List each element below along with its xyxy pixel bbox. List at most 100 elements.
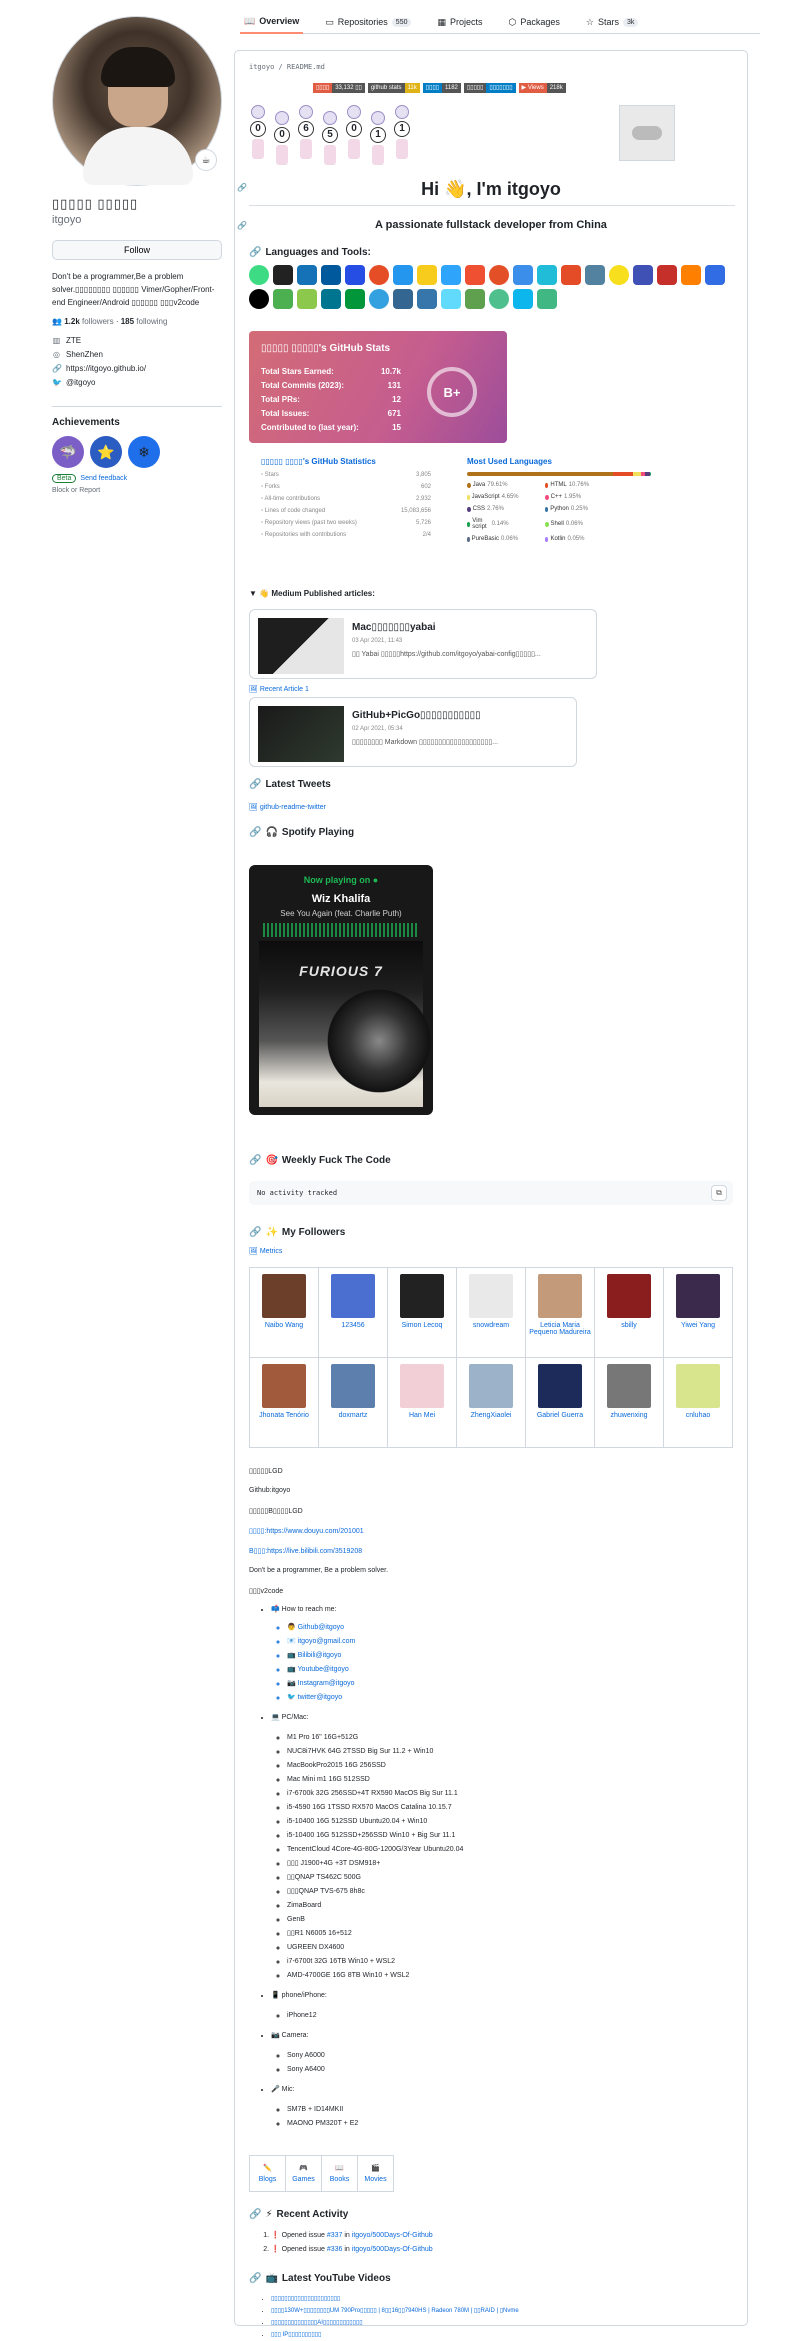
- issue-link[interactable]: #336: [327, 2246, 343, 2253]
- tool-logo-icon[interactable]: [417, 265, 437, 285]
- tool-logo-icon[interactable]: [633, 265, 653, 285]
- youtube-video-link[interactable]: ▯▯▯▯▯▯▯▯▯▯▯▯▯▯▯▯▯▯▯▯▯: [271, 2293, 519, 2305]
- tool-logo-icon[interactable]: [345, 265, 365, 285]
- shield-badge[interactable]: ▯▯▯▯ 1182: [422, 83, 461, 93]
- status-emoji-icon[interactable]: ☕: [195, 149, 217, 171]
- tab-stars[interactable]: ☆ Stars 3k: [582, 10, 643, 34]
- tool-logo-icon[interactable]: [369, 265, 389, 285]
- tool-logo-icon[interactable]: [321, 265, 341, 285]
- tool-logo-icon[interactable]: [369, 289, 389, 309]
- youtube-video-link[interactable]: ▯▯▯▯▯▯▯▯▯▯▯▯▯▯AI▯▯▯▯▯▯▯▯▯▯▯▯: [271, 2317, 519, 2329]
- metrics-image-link[interactable]: 🖼 Metrics: [249, 1247, 282, 1255]
- link-icon[interactable]: 🔗: [249, 2209, 261, 2220]
- follower-cell[interactable]: snowdream: [456, 1267, 526, 1358]
- shield-badge[interactable]: ▯▯▯▯ 33,132 ▯▯: [313, 83, 365, 93]
- block-report-link[interactable]: Block or Report: [52, 487, 222, 494]
- tool-logo-icon[interactable]: [249, 289, 269, 309]
- medium-article-card[interactable]: GitHub+PicGo▯▯▯▯▯▯▯▯▯▯▯ 02 Apr 2021, 05:…: [249, 697, 577, 767]
- tool-logo-icon[interactable]: [489, 289, 509, 309]
- reach-item[interactable]: 📺 Bilibili@itgoyo: [287, 1649, 463, 1663]
- follower-cell[interactable]: Leticia Maria Pequeno Madureira: [525, 1267, 595, 1358]
- tool-logo-icon[interactable]: [513, 265, 533, 285]
- tool-logo-icon[interactable]: [273, 289, 293, 309]
- tab-projects[interactable]: ▦ Projects: [433, 10, 486, 34]
- follower-cell[interactable]: 123456: [318, 1267, 388, 1358]
- achievement-arctic-icon[interactable]: ❄: [128, 436, 160, 468]
- followers-link[interactable]: 1.2k followers: [64, 317, 113, 326]
- tab-repositories[interactable]: ▭ Repositories 550: [321, 10, 415, 34]
- follower-cell[interactable]: Yiwei Yang: [663, 1267, 733, 1358]
- tool-logo-icon[interactable]: [249, 265, 269, 285]
- reach-item[interactable]: 🐦 twitter@itgoyo: [287, 1691, 463, 1705]
- tool-logo-icon[interactable]: [441, 265, 461, 285]
- tool-logo-icon[interactable]: [657, 265, 677, 285]
- tab-packages[interactable]: ⬡ Packages: [505, 10, 564, 34]
- recent-article-link[interactable]: 🖼 Recent Article 1: [249, 685, 309, 693]
- tool-logo-icon[interactable]: [561, 265, 581, 285]
- twitter-link[interactable]: @itgoyo: [66, 376, 95, 390]
- shield-badge[interactable]: github stats 11k: [367, 83, 420, 93]
- medium-article-card[interactable]: Mac▯▯▯▯▯▯▯yabai 03 Apr 2021, 11:43 ▯▯ Ya…: [249, 609, 597, 679]
- achievement-starstruck-icon[interactable]: ⭐: [90, 436, 122, 468]
- follower-cell[interactable]: doxmartz: [318, 1357, 388, 1448]
- twitter-readme-link[interactable]: 🖼 github-readme-twitter: [249, 803, 326, 811]
- link-icon[interactable]: 🔗: [249, 779, 261, 790]
- follower-cell[interactable]: cnluhao: [663, 1357, 733, 1448]
- link-icon[interactable]: 🔗: [249, 247, 261, 258]
- reach-item[interactable]: 📺 Youtube@itgoyo: [287, 1663, 463, 1677]
- hobby-cell[interactable]: 🎬 Movies: [357, 2155, 394, 2192]
- link-icon[interactable]: 🔗: [249, 2273, 261, 2284]
- copy-icon[interactable]: ⧉: [711, 1185, 727, 1201]
- shield-badge[interactable]: ▯▯▯▯▯ ▯▯▯▯▯▯▯: [463, 83, 516, 93]
- tool-logo-icon[interactable]: [681, 265, 701, 285]
- repo-link[interactable]: itgoyo/500Days-Of-Github: [352, 2232, 433, 2239]
- tool-logo-icon[interactable]: [609, 265, 629, 285]
- issue-link[interactable]: #337: [327, 2232, 343, 2239]
- tool-logo-icon[interactable]: [393, 265, 413, 285]
- link-icon[interactable]: 🔗: [249, 827, 261, 838]
- follower-cell[interactable]: Simon Lecoq: [387, 1267, 457, 1358]
- tool-logo-icon[interactable]: [705, 265, 725, 285]
- tool-logo-icon[interactable]: [585, 265, 605, 285]
- tool-logo-icon[interactable]: [417, 289, 437, 309]
- tab-overview[interactable]: 📖 Overview: [240, 10, 304, 34]
- follower-cell[interactable]: Han Mei: [387, 1357, 457, 1448]
- tool-logo-icon[interactable]: [321, 289, 341, 309]
- follower-cell[interactable]: Gabriel Guerra: [525, 1357, 595, 1448]
- youtube-video-link[interactable]: ▯▯▯▯130W+▯▯▯▯▯▯▯▯UM 790Pro▯▯▯▯▯ | 8▯▯16▯…: [271, 2305, 519, 2317]
- reach-item[interactable]: 📷 Instagram@itgoyo: [287, 1677, 463, 1691]
- tool-logo-icon[interactable]: [297, 265, 317, 285]
- tool-logo-icon[interactable]: [465, 289, 485, 309]
- tool-logo-icon[interactable]: [513, 289, 533, 309]
- avatar[interactable]: ☕: [52, 16, 222, 186]
- tool-logo-icon[interactable]: [537, 265, 557, 285]
- tool-logo-icon[interactable]: [345, 289, 365, 309]
- achievement-pull-shark-icon[interactable]: 🦈: [52, 436, 84, 468]
- hobby-cell[interactable]: 🎮 Games: [285, 2155, 322, 2192]
- shield-badge[interactable]: ▶ Views 218k: [518, 83, 566, 93]
- follow-button[interactable]: Follow: [52, 240, 222, 260]
- tool-logo-icon[interactable]: [489, 265, 509, 285]
- link-icon[interactable]: 🔗: [249, 1155, 261, 1166]
- tool-logo-icon[interactable]: [273, 265, 293, 285]
- tool-logo-icon[interactable]: [465, 265, 485, 285]
- website-link[interactable]: https://itgoyo.github.io/: [66, 362, 146, 376]
- tool-logo-icon[interactable]: [393, 289, 413, 309]
- following-link[interactable]: 185 following: [121, 317, 168, 326]
- send-feedback-link[interactable]: Send feedback: [80, 475, 127, 482]
- follower-cell[interactable]: Jhonata Tenório: [249, 1357, 319, 1448]
- youtube-video-link[interactable]: ▯▯▯ IP▯▯▯▯▯▯▯▯▯▯: [271, 2329, 519, 2341]
- tool-logo-icon[interactable]: [441, 289, 461, 309]
- follower-cell[interactable]: Naibo Wang: [249, 1267, 319, 1358]
- tool-logo-icon[interactable]: [537, 289, 557, 309]
- intro-line[interactable]: B▯▯▯:https://live.bilibili.com/3519208: [249, 1547, 362, 1555]
- intro-line[interactable]: ▯▯▯▯:https://www.douyu.com/201001: [249, 1527, 364, 1535]
- follower-cell[interactable]: zhuwenxing: [594, 1357, 664, 1448]
- follower-cell[interactable]: ZhengXiaolei: [456, 1357, 526, 1448]
- reach-item[interactable]: 👨 Github@itgoyo: [287, 1621, 463, 1635]
- hobby-cell[interactable]: 📖 Books: [321, 2155, 358, 2192]
- repo-link[interactable]: itgoyo/500Days-Of-Github: [352, 2246, 433, 2253]
- hobby-cell[interactable]: ✏️ Blogs: [249, 2155, 286, 2192]
- spotify-now-playing-card[interactable]: Now playing on ● Wiz Khalifa See You Aga…: [249, 865, 433, 1115]
- reach-item[interactable]: 📧 itgoyo@gmail.com: [287, 1635, 463, 1649]
